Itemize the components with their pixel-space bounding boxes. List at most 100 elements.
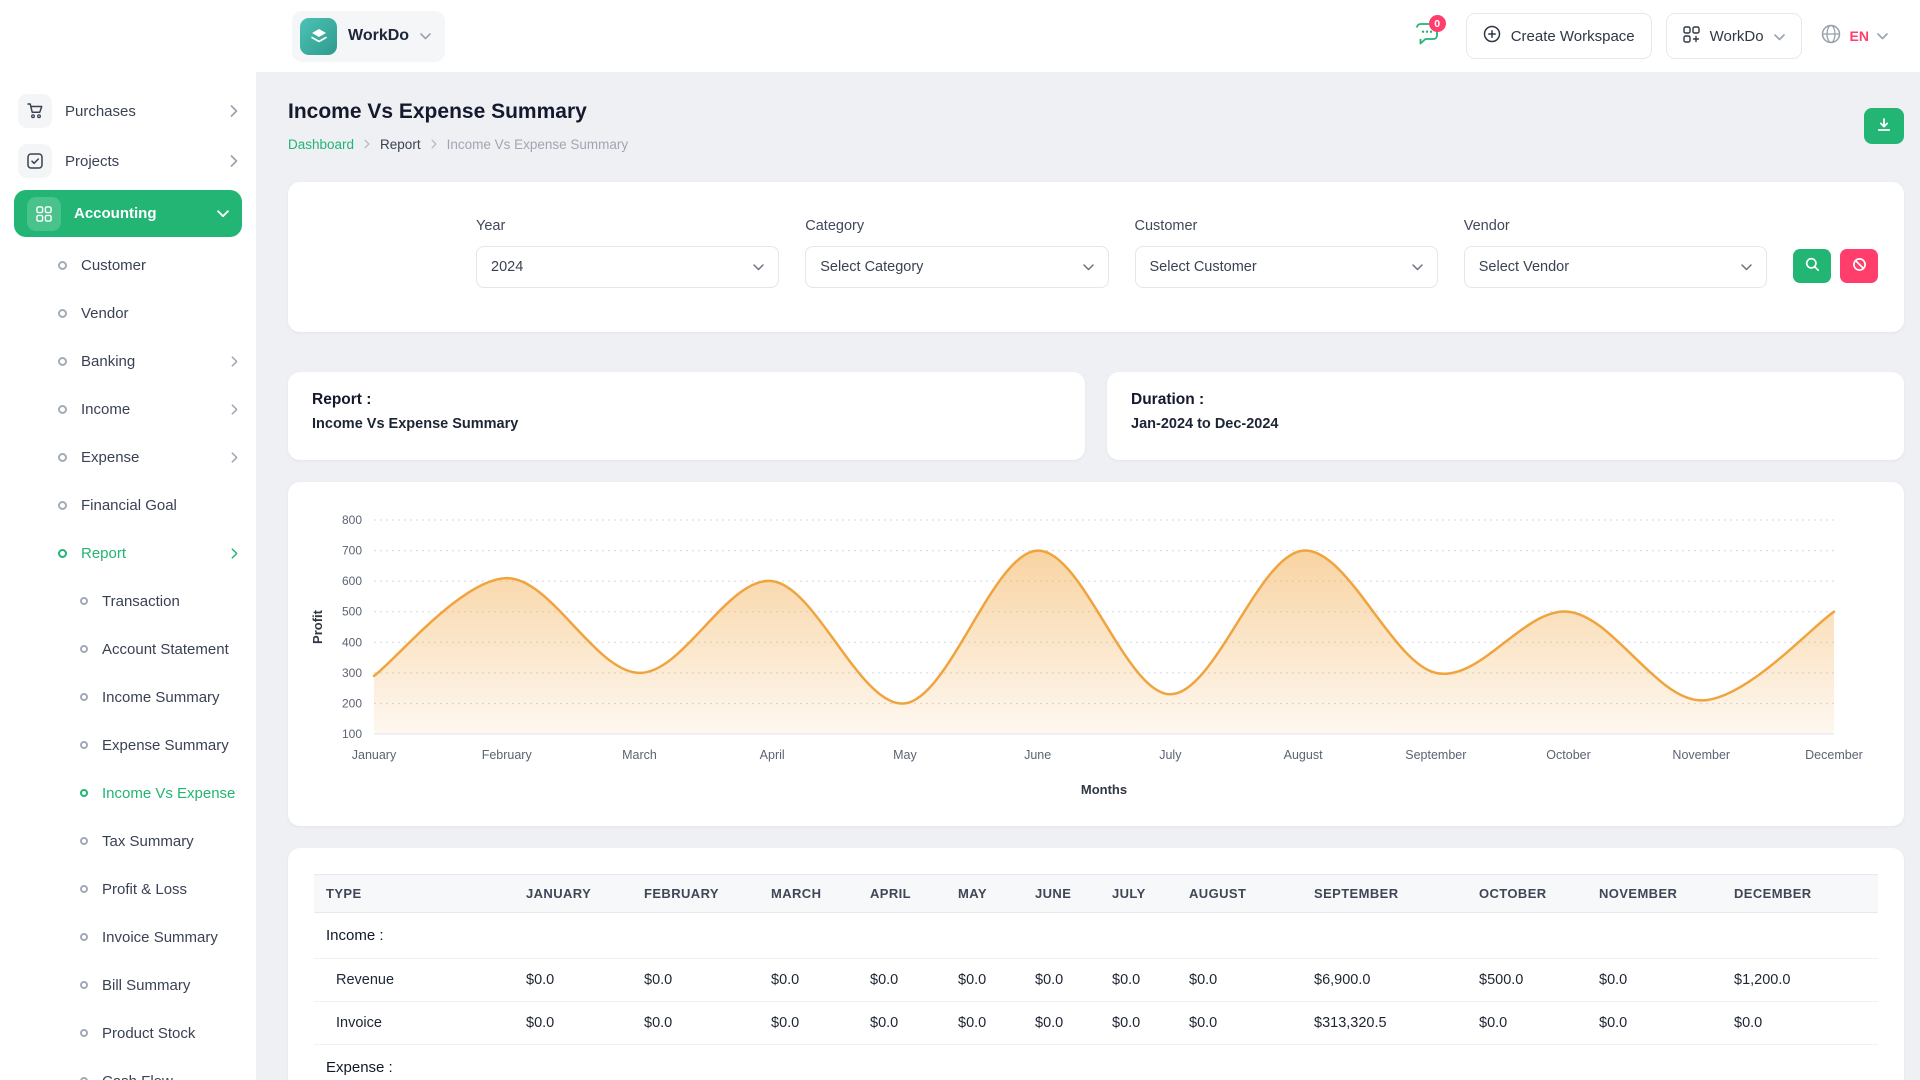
chevron-right-icon: [231, 404, 238, 415]
cell: $0.0: [1467, 1002, 1587, 1045]
vendor-field: Vendor Select Vendor: [1464, 218, 1767, 288]
svg-text:300: 300: [342, 666, 362, 680]
category-select[interactable]: Select Category: [805, 246, 1108, 288]
globe-icon: [1820, 23, 1842, 50]
duration-card-title: Duration :: [1131, 391, 1880, 409]
sidebar-item-account-statement[interactable]: Account Statement: [0, 625, 256, 673]
cell: $0.0: [946, 1002, 1023, 1045]
messages-button[interactable]: 0: [1402, 13, 1452, 59]
chevron-down-icon: [1083, 259, 1094, 275]
brand-switcher[interactable]: WorkDo: [292, 11, 445, 62]
column-header: SEPTEMBER: [1302, 875, 1467, 913]
cell: $0.0: [1100, 959, 1177, 1002]
cell: $0.0: [1722, 1002, 1878, 1045]
breadcrumb-report[interactable]: Report: [380, 137, 421, 152]
bullet-icon: [80, 885, 88, 893]
year-label: Year: [476, 218, 779, 234]
bullet-icon: [58, 405, 67, 414]
sidebar-item-banking[interactable]: Banking: [0, 337, 256, 385]
sidebar-item-bill-summary[interactable]: Bill Summary: [0, 961, 256, 1009]
sidebar-item-financial-goal[interactable]: Financial Goal: [0, 481, 256, 529]
sidebar-item-tax-summary[interactable]: Tax Summary: [0, 817, 256, 865]
duration-summary-card: Duration : Jan-2024 to Dec-2024: [1107, 372, 1904, 460]
row-type: Invoice: [314, 1002, 514, 1045]
cell: $1,200.0: [1722, 959, 1878, 1002]
cell: $0.0: [1587, 1002, 1722, 1045]
reset-filter-button[interactable]: [1840, 249, 1878, 283]
svg-text:November: November: [1672, 748, 1730, 762]
apply-filter-button[interactable]: [1793, 249, 1831, 283]
cell: $500.0: [1467, 959, 1587, 1002]
workspace-name: WorkDo: [1710, 28, 1764, 45]
chevron-right-icon: [431, 137, 437, 152]
column-header: MARCH: [759, 875, 858, 913]
sidebar-item-invoice-summary[interactable]: Invoice Summary: [0, 913, 256, 961]
sidebar-item-income-vs-expense[interactable]: Income Vs Expense: [0, 769, 256, 817]
bullet-icon: [58, 453, 67, 462]
report-summary-card: Report : Income Vs Expense Summary: [288, 372, 1085, 460]
language-code: EN: [1850, 28, 1869, 44]
workspace-dropdown-button[interactable]: WorkDo: [1666, 13, 1802, 59]
sidebar-item-projects[interactable]: Projects: [0, 136, 256, 186]
table-row-invoice: Invoice $0.0 $0.0 $0.0 $0.0 $0.0 $0.0 $0…: [314, 1002, 1878, 1045]
table-header-row: TYPE JANUARY FEBRUARY MARCH APRIL MAY JU…: [314, 875, 1878, 913]
chevron-down-icon: [1741, 259, 1752, 275]
download-button[interactable]: [1864, 108, 1904, 144]
cell: $0.0: [1177, 959, 1302, 1002]
sidebar-item-label: Accounting: [74, 205, 204, 222]
vendor-label: Vendor: [1464, 218, 1767, 234]
year-field: Year 2024: [476, 218, 779, 288]
top-header: WorkDo 0 Create Workspace WorkDo: [0, 0, 1920, 72]
customer-select[interactable]: Select Customer: [1135, 246, 1438, 288]
sidebar-item-income[interactable]: Income: [0, 385, 256, 433]
sidebar-item-income-summary[interactable]: Income Summary: [0, 673, 256, 721]
sidebar-item-purchases[interactable]: Purchases: [0, 86, 256, 136]
sidebar-item-accounting[interactable]: Accounting: [14, 190, 242, 237]
sidebar-item-vendor[interactable]: Vendor: [0, 289, 256, 337]
table-section-income: Income :: [314, 913, 1878, 959]
chevron-right-icon: [364, 137, 370, 152]
svg-text:July: July: [1159, 748, 1182, 762]
bullet-icon: [58, 501, 67, 510]
svg-text:500: 500: [342, 605, 362, 619]
svg-text:February: February: [482, 748, 533, 762]
chevron-right-icon: [231, 548, 238, 559]
language-dropdown[interactable]: EN: [1816, 23, 1892, 50]
income-expense-table: TYPE JANUARY FEBRUARY MARCH APRIL MAY JU…: [314, 874, 1878, 1080]
chevron-right-icon: [231, 356, 238, 367]
sidebar-item-transaction[interactable]: Transaction: [0, 577, 256, 625]
download-icon: [1876, 117, 1892, 136]
reset-filter-icon: [1852, 257, 1867, 275]
svg-text:March: March: [622, 748, 657, 762]
year-select[interactable]: 2024: [476, 246, 779, 288]
column-header: JANUARY: [514, 875, 632, 913]
bullet-icon: [80, 693, 88, 701]
chart-card: 100200300400500600700800JanuaryFebruaryM…: [288, 482, 1904, 826]
breadcrumb-dashboard[interactable]: Dashboard: [288, 137, 354, 152]
column-header: AUGUST: [1177, 875, 1302, 913]
cell: $0.0: [946, 959, 1023, 1002]
sidebar-item-expense-summary[interactable]: Expense Summary: [0, 721, 256, 769]
workdo-logo-icon: [300, 18, 337, 55]
sidebar-item-product-stock[interactable]: Product Stock: [0, 1009, 256, 1057]
sidebar-item-customer[interactable]: Customer: [0, 241, 256, 289]
row-type: Revenue: [314, 959, 514, 1002]
sidebar-item-report[interactable]: Report: [0, 529, 256, 577]
cell: $0.0: [759, 959, 858, 1002]
category-label: Category: [805, 218, 1108, 234]
cart-icon: [18, 94, 52, 128]
vendor-select[interactable]: Select Vendor: [1464, 246, 1767, 288]
column-header: JUNE: [1023, 875, 1100, 913]
chevron-down-icon: [420, 27, 431, 45]
income-vs-expense-chart: 100200300400500600700800JanuaryFebruaryM…: [288, 512, 1904, 812]
filter-panel: Year 2024 Category Select Category: [288, 182, 1904, 332]
cell: $313,320.5: [1302, 1002, 1467, 1045]
create-workspace-button[interactable]: Create Workspace: [1466, 13, 1652, 59]
sidebar-item-expense[interactable]: Expense: [0, 433, 256, 481]
sidebar-item-profit-loss[interactable]: Profit & Loss: [0, 865, 256, 913]
sidebar-item-cash-flow[interactable]: Cash Flow: [0, 1057, 256, 1080]
bullet-icon: [80, 789, 88, 797]
svg-text:800: 800: [342, 513, 362, 527]
cell: $0.0: [1587, 959, 1722, 1002]
cell: $0.0: [759, 1002, 858, 1045]
